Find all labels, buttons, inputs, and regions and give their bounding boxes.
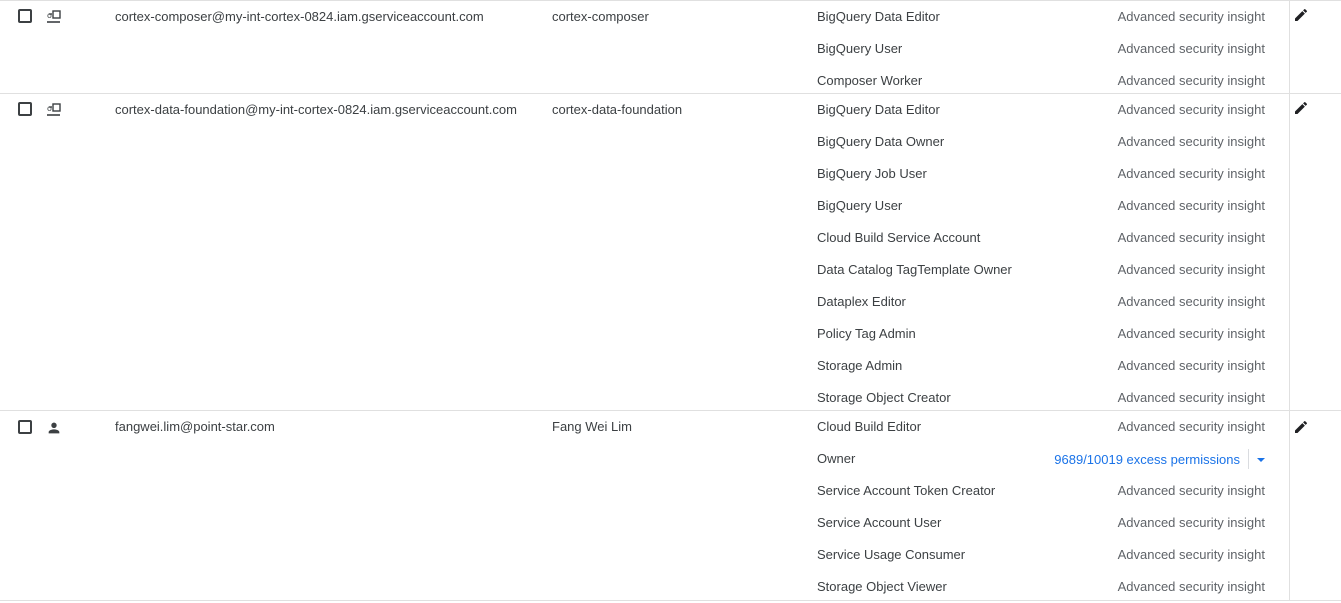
principal-email: fangwei.lim@point-star.com xyxy=(115,419,275,434)
role-label: BigQuery Job User xyxy=(817,166,927,181)
security-insight: Advanced security insight xyxy=(1117,294,1265,309)
dropdown-separator xyxy=(1248,449,1249,469)
role-label: BigQuery Data Editor xyxy=(817,9,940,24)
security-insight: Advanced security insight xyxy=(1117,134,1265,149)
role-label: Storage Object Creator xyxy=(817,390,951,405)
role-label: Service Account User xyxy=(817,515,942,530)
role-label: Service Usage Consumer xyxy=(817,547,966,562)
principal-name: Fang Wei Lim xyxy=(552,419,632,434)
edit-icon[interactable] xyxy=(1293,419,1309,435)
principal-name: cortex-data-foundation xyxy=(552,102,683,117)
chevron-down-icon[interactable] xyxy=(1254,453,1268,467)
security-insight: Advanced security insight xyxy=(1117,262,1265,277)
role-label: Dataplex Editor xyxy=(817,294,906,309)
security-insight: Advanced security insight xyxy=(1117,230,1265,245)
role-label: Owner xyxy=(817,451,856,466)
table-row: o cortex-composer@my-int-cortex-0824.iam… xyxy=(0,1,1341,94)
security-insight: Advanced security insight xyxy=(1117,579,1265,594)
column-divider xyxy=(1289,94,1290,410)
security-insight: Advanced security insight xyxy=(1117,483,1265,498)
role-label: Policy Tag Admin xyxy=(817,326,916,341)
principal-email: cortex-composer@my-int-cortex-0824.iam.g… xyxy=(115,9,484,24)
security-insight: Advanced security insight xyxy=(1117,41,1265,56)
security-insight: Advanced security insight xyxy=(1117,358,1265,373)
role-label: BigQuery Data Editor xyxy=(817,102,940,117)
security-insight: Advanced security insight xyxy=(1117,102,1265,117)
role-label: BigQuery User xyxy=(817,198,903,213)
table-row: o cortex-data-foundation@my-int-cortex-0… xyxy=(0,94,1341,411)
security-insight: Advanced security insight xyxy=(1117,198,1265,213)
edit-icon[interactable] xyxy=(1293,7,1309,23)
principal-name: cortex-composer xyxy=(552,9,649,24)
table-row: fangwei.lim@point-star.com Fang Wei Lim … xyxy=(0,411,1341,601)
role-label: Data Catalog TagTemplate Owner xyxy=(817,262,1012,277)
security-insight: Advanced security insight xyxy=(1117,390,1265,405)
principal-email: cortex-data-foundation@my-int-cortex-082… xyxy=(115,102,517,117)
security-insight: Advanced security insight xyxy=(1117,73,1265,88)
role-label: Storage Admin xyxy=(817,358,903,373)
excess-count: 9689 xyxy=(1054,452,1084,467)
role-label: Storage Object Viewer xyxy=(817,579,947,594)
security-insight: Advanced security insight xyxy=(1117,515,1265,530)
security-insight: Advanced security insight xyxy=(1117,326,1265,341)
role-label: Composer Worker xyxy=(817,73,923,88)
iam-permissions-table: o cortex-composer@my-int-cortex-0824.iam… xyxy=(0,0,1341,603)
svg-text:o: o xyxy=(47,104,52,113)
role-label: BigQuery User xyxy=(817,41,903,56)
service-account-icon: o xyxy=(46,102,62,118)
security-insight: Advanced security insight xyxy=(1117,166,1265,181)
excess-permissions-link[interactable]: 9689/10019 excess permissions xyxy=(1054,452,1240,468)
svg-text:o: o xyxy=(47,11,52,20)
role-label: BigQuery Data Owner xyxy=(817,134,945,149)
security-insight: Advanced security insight xyxy=(1117,419,1265,434)
security-insight: Advanced security insight xyxy=(1117,547,1265,562)
edit-icon[interactable] xyxy=(1293,100,1309,116)
role-label: Cloud Build Service Account xyxy=(817,230,981,245)
column-divider xyxy=(1289,1,1290,93)
security-insight: Advanced security insight xyxy=(1117,9,1265,24)
role-label: Service Account Token Creator xyxy=(817,483,996,498)
column-divider xyxy=(1289,411,1290,600)
excess-total: /10019 excess permissions xyxy=(1083,452,1240,467)
person-icon xyxy=(46,420,62,436)
row-select-checkbox[interactable] xyxy=(18,9,32,23)
row-select-checkbox[interactable] xyxy=(18,102,32,116)
role-label: Cloud Build Editor xyxy=(817,419,922,434)
service-account-icon: o xyxy=(46,9,62,25)
row-select-checkbox[interactable] xyxy=(18,420,32,434)
